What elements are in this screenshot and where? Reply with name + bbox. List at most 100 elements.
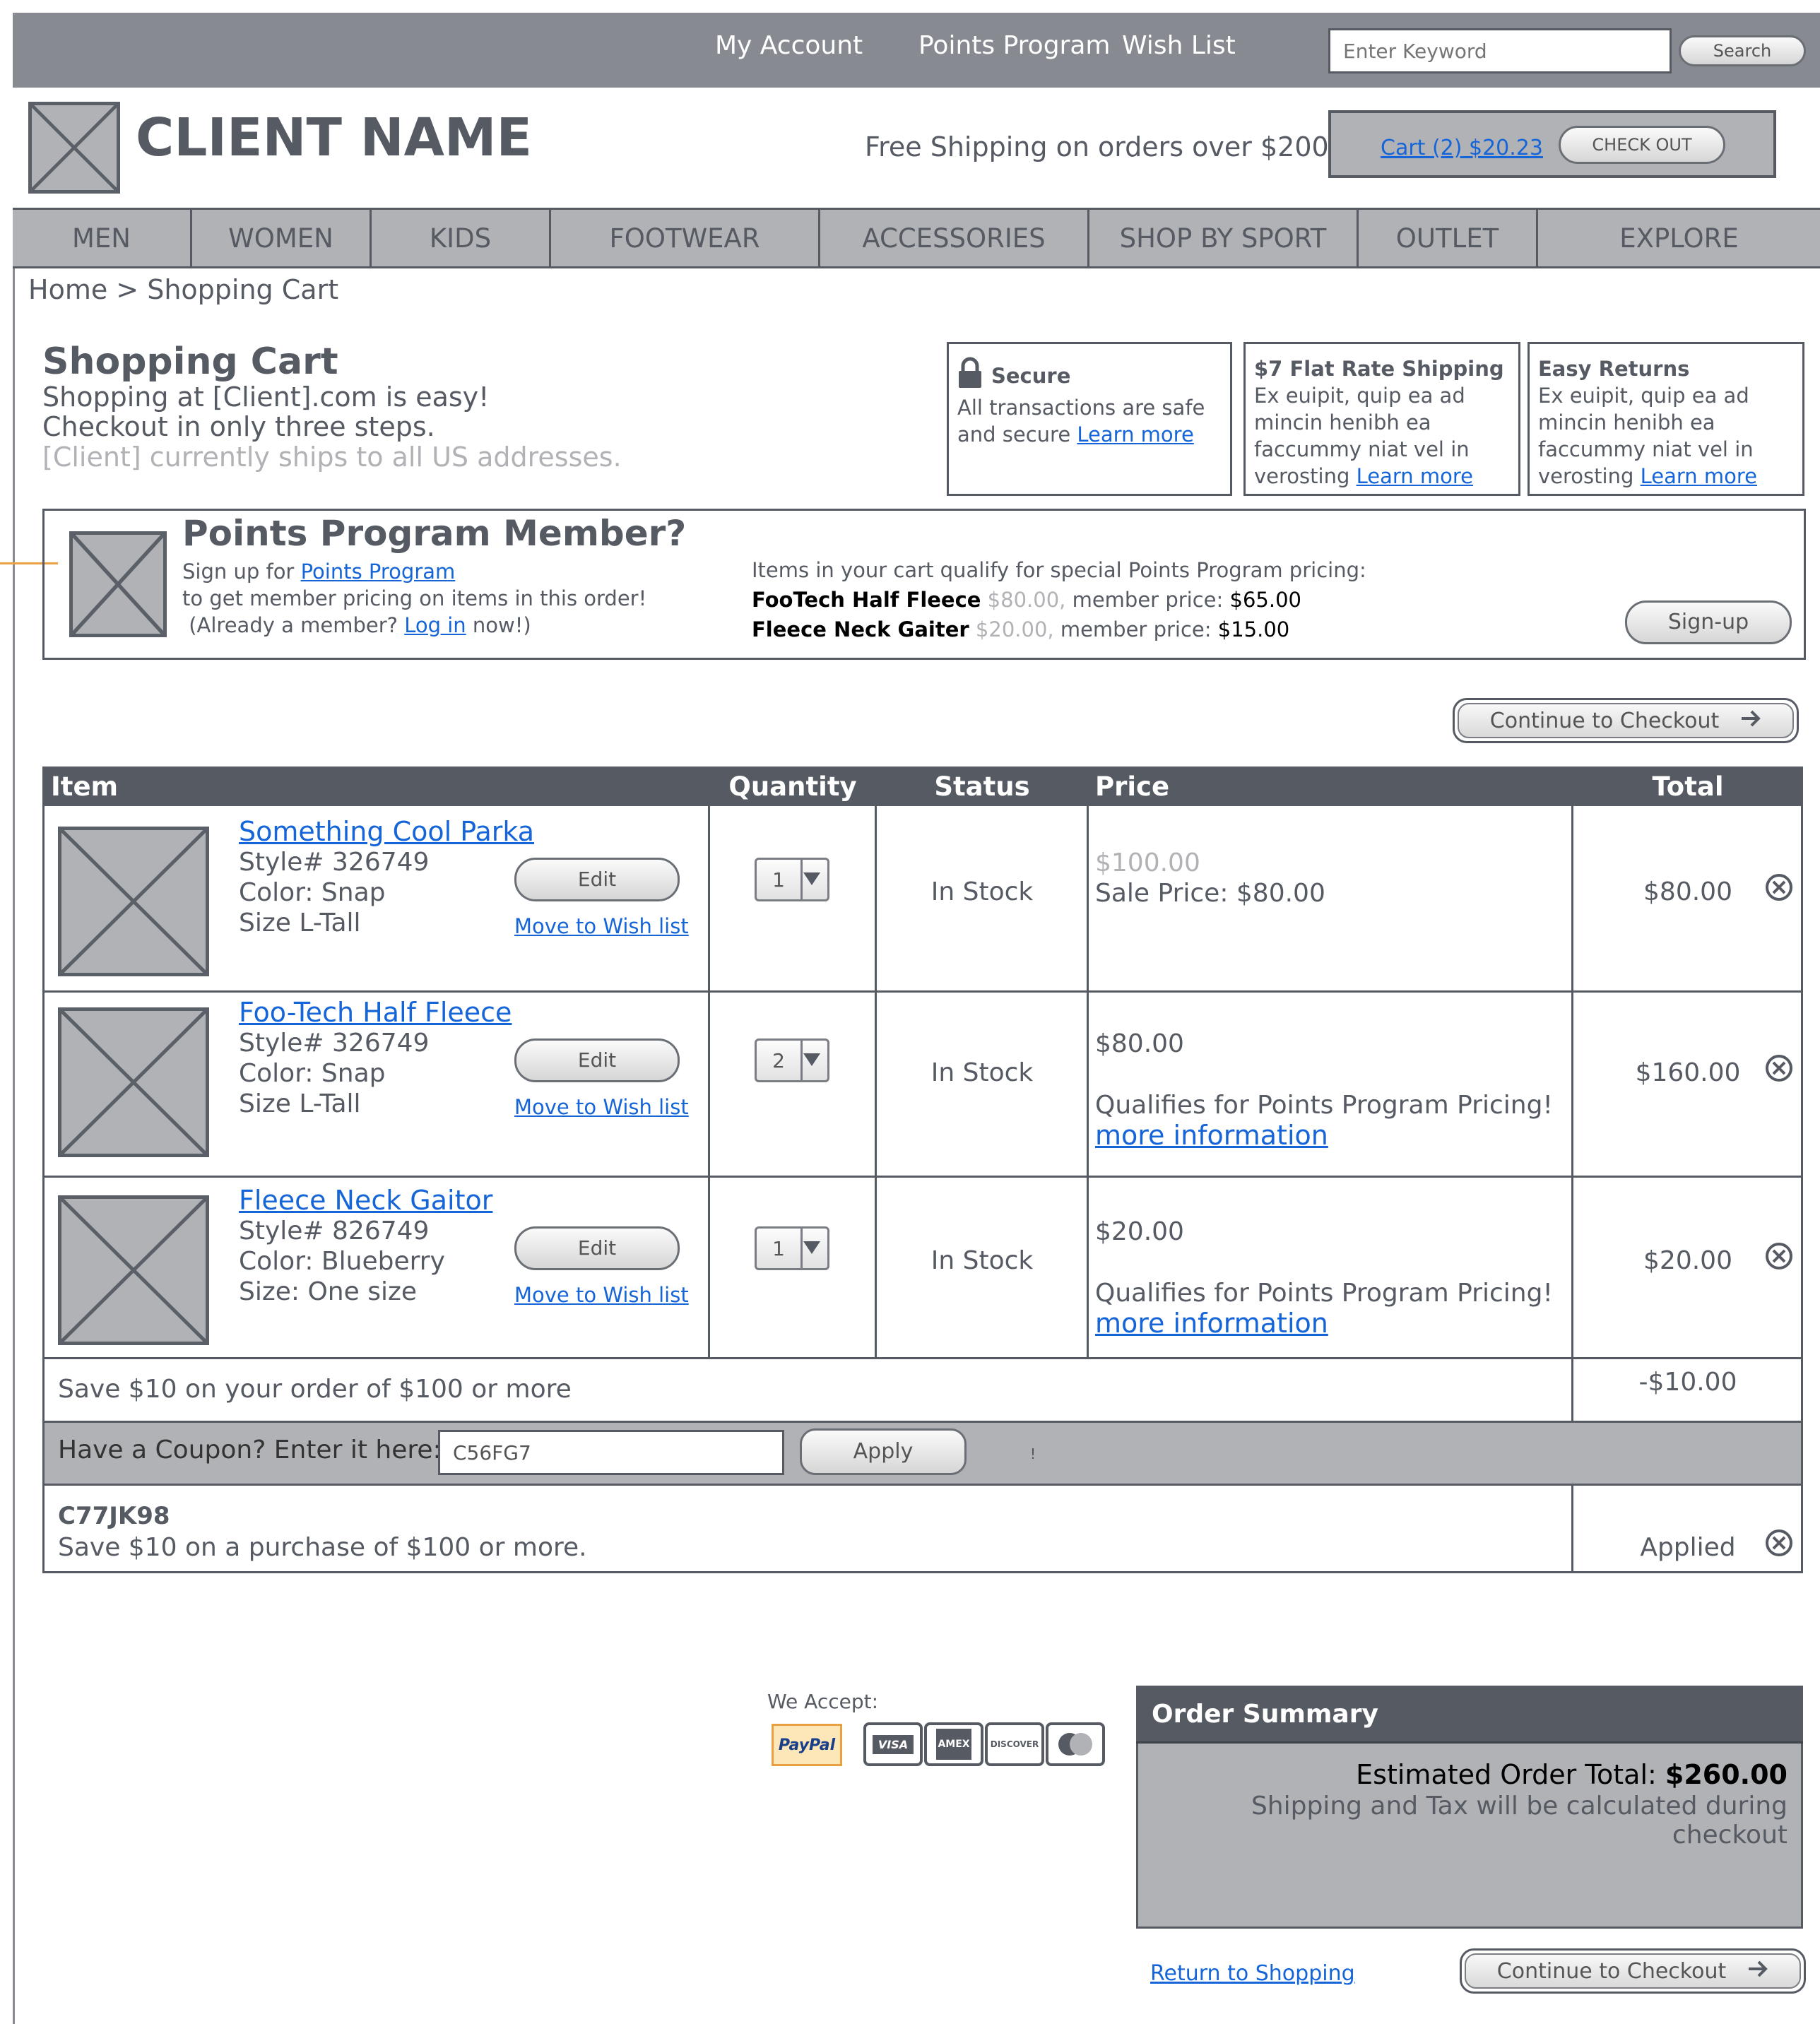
estimated-total: Estimated Order Total: $260.00 bbox=[1145, 1759, 1788, 1790]
product-image-placeholder[interactable] bbox=[58, 827, 209, 976]
info-box-secure: Secure All transactions are safe and sec… bbox=[947, 342, 1232, 496]
product-size: Size L-Tall bbox=[239, 1089, 361, 1118]
points-item-old-price: $80.00, bbox=[987, 588, 1066, 612]
lock-icon bbox=[957, 357, 983, 394]
edit-button[interactable]: Edit bbox=[514, 858, 680, 901]
stock-status: In Stock bbox=[930, 877, 1034, 906]
row-divider bbox=[42, 1484, 1803, 1486]
move-to-wishlist-link[interactable]: Move to Wish list bbox=[514, 1283, 689, 1307]
discover-label: DISCOVER bbox=[990, 1739, 1039, 1749]
my-account-link[interactable]: My Account bbox=[715, 31, 863, 60]
breadcrumb[interactable]: Home > Shopping Cart bbox=[28, 274, 338, 305]
row-divider bbox=[42, 990, 1803, 993]
intro-line-1: Shopping at [Client].com is easy! bbox=[42, 381, 490, 413]
row-divider bbox=[42, 1357, 1803, 1359]
nav-footwear[interactable]: FOOTWEAR bbox=[551, 208, 820, 268]
points-program-link[interactable]: Points Program bbox=[301, 560, 456, 584]
points-image-placeholder bbox=[69, 531, 167, 637]
nav-shop-by-sport[interactable]: SHOP BY SPORT bbox=[1089, 208, 1359, 268]
login-link[interactable]: Log in bbox=[404, 613, 466, 637]
price-cell: $20.00 Qualifies for Points Program Pric… bbox=[1095, 1217, 1553, 1339]
logo-placeholder bbox=[28, 102, 120, 194]
amex-icon: AMEX bbox=[924, 1722, 983, 1766]
quantity-value: 1 bbox=[757, 1229, 803, 1268]
points-item-2: Fleece Neck Gaiter $20.00, member price:… bbox=[752, 617, 1289, 641]
remove-item-icon[interactable] bbox=[1765, 1242, 1793, 1270]
learn-more-link[interactable]: Learn more bbox=[1077, 422, 1193, 446]
nav-outlet[interactable]: OUTLET bbox=[1359, 208, 1538, 268]
points-item-name: FooTech Half Fleece bbox=[752, 588, 981, 612]
remove-item-icon[interactable] bbox=[1765, 1054, 1793, 1082]
points-member-price: $65.00 bbox=[1229, 588, 1301, 612]
product-image-placeholder[interactable] bbox=[58, 1195, 209, 1345]
amex-label: AMEX bbox=[936, 1729, 971, 1760]
continue-checkout-button-bottom[interactable]: Continue to Checkout bbox=[1460, 1948, 1806, 1994]
coupon-input[interactable] bbox=[438, 1430, 784, 1475]
points-member-price: $15.00 bbox=[1217, 617, 1290, 641]
move-to-wishlist-link[interactable]: Move to Wish list bbox=[514, 914, 689, 938]
product-size: Size L-Tall bbox=[239, 909, 361, 937]
points-already-suffix: now!) bbox=[472, 613, 531, 637]
we-accept-label: We Accept: bbox=[767, 1690, 879, 1713]
paypal-label: PayPal bbox=[778, 1736, 836, 1754]
chevron-down-icon bbox=[803, 872, 820, 885]
row-divider bbox=[42, 1176, 1803, 1178]
estimated-total-label: Estimated Order Total: bbox=[1356, 1759, 1657, 1790]
product-image-placeholder[interactable] bbox=[58, 1007, 209, 1157]
item-price: $80.00 bbox=[1095, 1029, 1184, 1058]
search-input[interactable] bbox=[1328, 28, 1672, 73]
arrow-right-icon bbox=[1740, 709, 1761, 733]
apply-coupon-button[interactable]: Apply bbox=[800, 1428, 967, 1475]
stock-status: In Stock bbox=[930, 1246, 1034, 1275]
quantity-select[interactable]: 1 bbox=[755, 858, 829, 901]
estimated-total-value: $260.00 bbox=[1665, 1759, 1788, 1790]
remove-item-icon[interactable] bbox=[1765, 873, 1793, 901]
more-information-link[interactable]: more information bbox=[1095, 1308, 1553, 1339]
return-to-shopping-link[interactable]: Return to Shopping bbox=[1150, 1961, 1355, 1986]
nav-men[interactable]: MEN bbox=[13, 208, 192, 268]
header-checkout-button[interactable]: CHECK OUT bbox=[1559, 126, 1725, 164]
search-button[interactable]: Search bbox=[1679, 35, 1806, 66]
edit-button[interactable]: Edit bbox=[514, 1226, 680, 1270]
continue-checkout-button-top[interactable]: Continue to Checkout bbox=[1453, 698, 1799, 743]
mastercard-icon bbox=[1046, 1722, 1105, 1766]
remove-coupon-icon[interactable] bbox=[1765, 1529, 1793, 1557]
continue-checkout-label: Continue to Checkout bbox=[1496, 1958, 1727, 1984]
points-program-link[interactable]: Points Program bbox=[918, 31, 1110, 60]
info-box-title: Easy Returns bbox=[1538, 357, 1690, 381]
nav-explore[interactable]: EXPLORE bbox=[1538, 208, 1820, 268]
quantity-select[interactable]: 2 bbox=[755, 1038, 829, 1082]
promo-amount: -$10.00 bbox=[1638, 1368, 1737, 1397]
quantity-select[interactable]: 1 bbox=[755, 1226, 829, 1270]
page-left-border bbox=[13, 268, 15, 2024]
info-box-title: Secure bbox=[991, 363, 1071, 388]
coupon-status-mark: ! bbox=[1030, 1445, 1036, 1462]
points-pricing-note: Qualifies for Points Program Pricing! bbox=[1095, 1091, 1553, 1120]
points-signup-button[interactable]: Sign-up bbox=[1625, 600, 1792, 644]
coupon-label: Have a Coupon? Enter it here: bbox=[58, 1436, 442, 1464]
item-price: $20.00 bbox=[1095, 1217, 1184, 1246]
points-already-prefix: (Already a member? bbox=[189, 613, 398, 637]
learn-more-link[interactable]: Learn more bbox=[1357, 464, 1473, 488]
product-info: Something Cool Parka Style# 326749 Color… bbox=[239, 817, 534, 938]
more-information-link[interactable]: more information bbox=[1095, 1120, 1553, 1151]
points-member-label: member price: bbox=[1072, 588, 1224, 612]
nav-kids[interactable]: KIDS bbox=[372, 208, 551, 268]
product-name-link[interactable]: Fleece Neck Gaitor bbox=[239, 1185, 492, 1216]
nav-accessories[interactable]: ACCESSORIES bbox=[820, 208, 1089, 268]
product-info: Fleece Neck Gaitor Style# 826749 Color: … bbox=[239, 1185, 492, 1307]
learn-more-link[interactable]: Learn more bbox=[1641, 464, 1757, 488]
nav-women[interactable]: WOMEN bbox=[192, 208, 372, 268]
product-name-link[interactable]: Foo-Tech Half Fleece bbox=[239, 998, 512, 1028]
mini-cart-link[interactable]: Cart (2) $20.23 bbox=[1381, 136, 1543, 160]
wish-list-link[interactable]: Wish List bbox=[1122, 31, 1236, 60]
product-color: Color: Snap bbox=[239, 878, 386, 907]
product-name-link[interactable]: Something Cool Parka bbox=[239, 817, 534, 847]
chevron-down-icon bbox=[803, 1053, 820, 1066]
product-style: Style# 326749 bbox=[239, 848, 430, 877]
edit-button[interactable]: Edit bbox=[514, 1038, 680, 1082]
move-to-wishlist-link[interactable]: Move to Wish list bbox=[514, 1095, 689, 1119]
col-header-quantity: Quantity bbox=[728, 771, 857, 802]
points-item-1: FooTech Half Fleece $80.00, member price… bbox=[752, 588, 1301, 612]
applied-coupon-code: C77JK98 bbox=[58, 1502, 170, 1530]
